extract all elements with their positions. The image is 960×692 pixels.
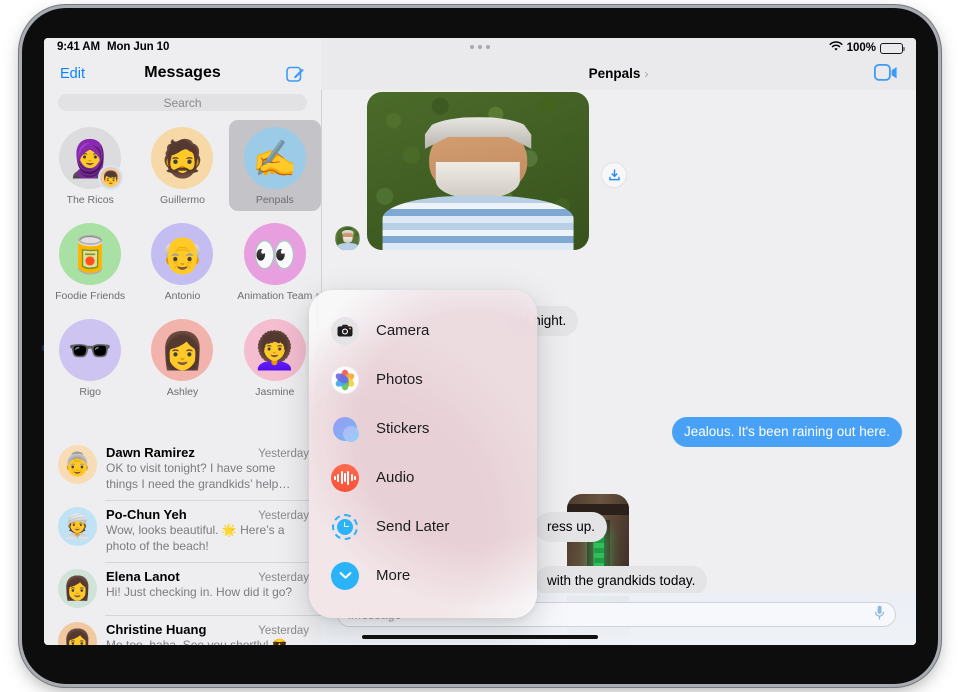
conversation-timestamp: Yesterday xyxy=(258,571,309,584)
chat-title: Penpals xyxy=(588,66,641,81)
pinned-item-animation-team[interactable]: 👀 Animation Team xyxy=(229,216,321,307)
clock-icon xyxy=(331,513,359,541)
conversation-sender: Elena Lanot xyxy=(106,568,180,584)
conversation-header: Dawn Ramirez Yesterday xyxy=(106,445,309,460)
conversation-timestamp: Yesterday xyxy=(258,509,309,522)
message-row-photo-1 xyxy=(335,90,902,251)
video-camera-icon[interactable] xyxy=(873,63,898,81)
pinned-item-penpals[interactable]: ✍️ Penpals xyxy=(228,120,321,211)
conversation-body: Elena Lanot Yesterday Hi! Just checking in… xyxy=(106,569,309,608)
menu-item-more[interactable]: More xyxy=(309,551,537,600)
pinned-item-antonio[interactable]: 👴 Antonio xyxy=(136,216,228,307)
pinned-item-foodie-friends[interactable]: 🥫 Foodie Friends xyxy=(44,216,136,307)
audio-waveform-icon xyxy=(331,463,359,492)
menu-item-label: Stickers xyxy=(376,420,430,437)
menu-item-label: Send Later xyxy=(376,518,450,535)
chevron-right-icon: › xyxy=(644,66,649,81)
conversation-body: Christine Huang Yesterday Me too, haha. Se… xyxy=(106,622,309,645)
avatar: ✍️ xyxy=(243,127,306,189)
conversation-row[interactable]: 👩 Elena Lanot Yesterday Hi! Just checking i… xyxy=(44,561,321,615)
home-indicator xyxy=(362,635,598,639)
pinned-item-guillermo[interactable]: 🧔 Guillermo xyxy=(136,120,228,211)
pinned-item-label: Penpals xyxy=(255,194,294,206)
message-bubble-incoming-3[interactable]: with the grandkids today. xyxy=(535,566,708,596)
search-input[interactable]: Search xyxy=(58,94,307,111)
conversation-header: Elena Lanot Yesterday xyxy=(106,569,309,584)
menu-item-send-later[interactable]: Send Later xyxy=(309,502,537,551)
sidebar-header: Edit Messages xyxy=(44,38,321,90)
pinned-item-label: Antonio xyxy=(164,290,201,302)
message-bubble-incoming-2[interactable]: ress up. xyxy=(535,512,608,542)
avatar: 🕶️ xyxy=(59,319,122,381)
attachment-menu: Camera Photos Stickers Audio Send Later More xyxy=(309,290,537,618)
avatar: 👵 xyxy=(58,445,97,484)
avatar: 🧕 👦 xyxy=(59,127,124,190)
menu-item-label: Photos xyxy=(376,371,423,388)
chat-title-button[interactable]: Penpals › xyxy=(321,66,916,81)
messages-sidebar: Edit Messages Search 🧕 👦 The Ricos 🧔 Guiller… xyxy=(44,38,321,645)
avatar: 👴 xyxy=(151,223,214,285)
menu-item-audio[interactable]: Audio xyxy=(309,453,537,502)
avatar: 👀 xyxy=(243,223,306,285)
pinned-item-label: Guillermo xyxy=(160,194,205,206)
menu-item-camera[interactable]: Camera xyxy=(309,306,537,355)
menu-item-stickers[interactable]: Stickers xyxy=(309,404,537,453)
pinned-item-ashley[interactable]: 👩 Ashley xyxy=(136,312,228,403)
conversation-header: Christine Huang Yesterday xyxy=(106,622,309,637)
multitasking-control[interactable] xyxy=(470,45,490,49)
chevron-down-icon xyxy=(331,561,359,590)
message-bubble-outgoing[interactable]: Jealous. It's been raining out here. xyxy=(672,417,906,447)
pinned-conversations-grid: 🧕 👦 The Ricos 🧔 Guillermo ✍️ Penpals 🥫 Foodie Fr… xyxy=(44,120,321,403)
menu-item-label: Camera xyxy=(376,322,430,339)
conversation-row[interactable]: 👩 Christine Huang Yesterday Me too, haha. S… xyxy=(44,614,321,645)
avatar: 🧔 xyxy=(151,127,214,189)
menu-item-label: Audio xyxy=(376,469,415,486)
ipad-screen: 9:41 AM Mon Jun 10 100% Edit Messages Se… xyxy=(44,38,916,645)
pinned-item-label: Jasmine xyxy=(255,386,295,398)
conversation-preview: Hi! Just checking in. How did it go? xyxy=(106,584,293,599)
avatar: 🥫 xyxy=(59,223,122,285)
conversation-sender: Po-Chun Yeh xyxy=(106,506,187,522)
pinned-item-label: The Ricos xyxy=(66,194,114,206)
pinned-item-label: Foodie Friends xyxy=(55,290,126,302)
pinned-item-label: Rigo xyxy=(79,386,101,398)
menu-item-label: More xyxy=(376,567,411,584)
chat-header: Penpals › xyxy=(321,38,916,90)
photo-attachment[interactable] xyxy=(367,92,589,250)
conversation-row[interactable]: 👳 Po-Chun Yeh Yesterday Wow, looks beautifu… xyxy=(44,499,321,562)
avatar: 👩 xyxy=(58,568,97,608)
pinned-item-label: Ashley xyxy=(166,386,199,398)
page-title: Messages xyxy=(144,64,221,81)
conversation-preview: Wow, looks beautiful. 🌟 Here’s a photo o… xyxy=(106,522,285,553)
avatar-secondary: 👦 xyxy=(98,165,124,190)
conversation-sender: Christine Huang xyxy=(106,621,207,637)
conversation-sender: Dawn Ramirez xyxy=(106,445,195,460)
conversation-body: Po-Chun Yeh Yesterday Wow, looks beautiful… xyxy=(106,507,309,555)
conversation-timestamp: Yesterday xyxy=(258,624,309,637)
conversation-preview: Me too, haha. See you shortly! 😎 xyxy=(106,637,288,645)
search-placeholder: Search xyxy=(163,95,202,110)
conversation-list: 👵 Dawn Ramirez Yesterday OK to visit tonigh… xyxy=(44,438,321,645)
conversation-header: Po-Chun Yeh Yesterday xyxy=(106,507,309,522)
conversation-row[interactable]: 👵 Dawn Ramirez Yesterday OK to visit tonigh… xyxy=(44,438,321,500)
avatar: 👩‍🦱 xyxy=(243,319,306,381)
save-to-photos-icon[interactable] xyxy=(601,162,627,188)
compose-icon[interactable] xyxy=(286,64,305,83)
avatar: 👩 xyxy=(58,621,97,645)
avatar: 👳 xyxy=(58,506,97,546)
microphone-icon[interactable] xyxy=(874,605,885,625)
conversation-body: Dawn Ramirez Yesterday OK to visit tonight… xyxy=(106,445,309,493)
camera-icon xyxy=(331,316,359,345)
menu-item-photos[interactable]: Photos xyxy=(309,355,537,404)
pinned-item-rigo[interactable]: 🕶️ Rigo xyxy=(44,312,136,403)
conversation-timestamp: Yesterday xyxy=(258,448,309,460)
photos-icon xyxy=(331,365,359,394)
stickers-icon xyxy=(331,415,359,443)
pinned-item-jasmine[interactable]: 👩‍🦱 Jasmine xyxy=(229,312,321,403)
pinned-item-label: Animation Team xyxy=(237,290,313,302)
avatar: 👩 xyxy=(151,319,214,381)
conversation-preview: OK to visit tonight? I have some things … xyxy=(106,461,291,491)
pinned-item-the-ricos[interactable]: 🧕 👦 The Ricos xyxy=(44,120,136,211)
